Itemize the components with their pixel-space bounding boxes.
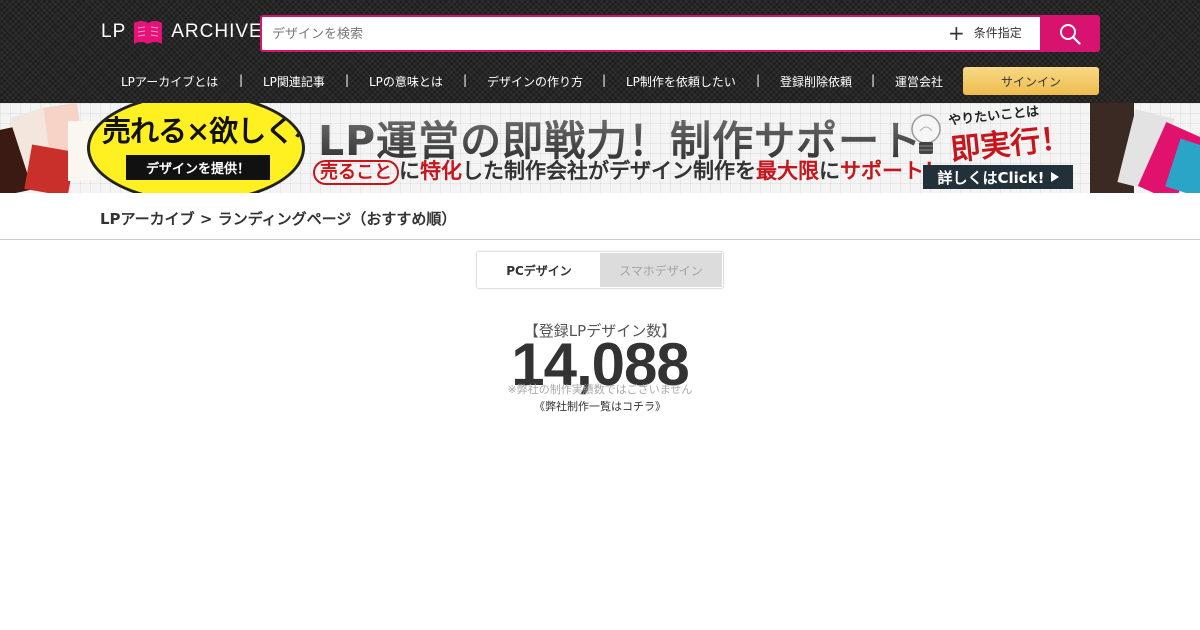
plus-icon: + bbox=[948, 20, 965, 45]
search-box: + 条件指定 bbox=[260, 15, 1040, 52]
nav-item-request-lp[interactable]: LP制作を依頼したい bbox=[626, 73, 736, 90]
breadcrumb-current: ランディングページ（おすすめ順） bbox=[217, 210, 457, 228]
nav-item-company[interactable]: 運営会社 bbox=[895, 73, 943, 90]
nav-item-meaning[interactable]: LPの意味とは bbox=[369, 73, 443, 90]
main-nav: LPアーカイブとは | LP関連記事 | LPの意味とは | デザインの作り方 … bbox=[0, 67, 1200, 95]
logo-text-archive: ARCHIVE bbox=[171, 21, 263, 42]
nav-separator: | bbox=[602, 73, 607, 87]
ad-cta-label: 詳しくはClick! bbox=[937, 168, 1045, 187]
ad-tagline-text: に bbox=[399, 159, 420, 183]
ad-badge-title: 売れる×欲しくなる bbox=[102, 114, 302, 148]
search-button[interactable] bbox=[1040, 15, 1100, 52]
ad-cta-button[interactable]: 詳しくはClick! bbox=[923, 165, 1073, 189]
tab-smartphone-design[interactable]: スマホデザイン bbox=[600, 253, 722, 287]
nav-separator: | bbox=[463, 73, 468, 87]
search-input[interactable] bbox=[270, 21, 874, 47]
ad-left-collage bbox=[0, 103, 96, 193]
breadcrumb-home-link[interactable]: LPアーカイブ bbox=[100, 210, 195, 228]
lightbulb-icon bbox=[911, 114, 941, 154]
breadcrumb: LPアーカイブ > ランディングページ（おすすめ順） bbox=[100, 208, 456, 229]
ad-badge-subtitle: デザインを提供！ bbox=[126, 155, 270, 180]
ad-tagline-text: 最大限 bbox=[756, 159, 819, 183]
own-works-link[interactable]: 《弊社制作一覧はコチラ》 bbox=[0, 398, 1200, 414]
ad-tagline-text: に bbox=[819, 159, 840, 183]
nav-separator: | bbox=[345, 73, 350, 87]
nav-item-how-to-design[interactable]: デザインの作り方 bbox=[487, 73, 583, 90]
ad-badge: 売れる×欲しくなる デザインを提供！ bbox=[87, 103, 305, 193]
signin-button[interactable]: サインイン bbox=[963, 67, 1099, 95]
device-toggle: PCデザイン スマホデザイン bbox=[476, 251, 724, 289]
design-count-note: ※弊社の制作実績数ではございません bbox=[507, 383, 693, 396]
search-bar: + 条件指定 bbox=[260, 15, 1100, 52]
nav-separator: | bbox=[239, 73, 244, 87]
nav-item-about[interactable]: LPアーカイブとは bbox=[121, 73, 218, 90]
nav-separator: | bbox=[871, 73, 876, 87]
breadcrumb-separator: > bbox=[199, 210, 213, 228]
site-header: LP ARCHIVE + 条件指定 LPアーカイブとは | LP関連記事 | L… bbox=[0, 0, 1200, 103]
logo-text-lp: LP bbox=[101, 21, 127, 42]
ad-tagline-text: した制作会社がデザイン制作を bbox=[462, 159, 756, 183]
breadcrumb-bar: LPアーカイブ > ランディングページ（おすすめ順） bbox=[0, 193, 1200, 240]
ad-tagline-text: 特化 bbox=[420, 159, 462, 183]
filter-label: 条件指定 bbox=[973, 26, 1022, 40]
nav-item-removal-request[interactable]: 登録削除依頼 bbox=[780, 73, 852, 90]
site-logo[interactable]: LP ARCHIVE bbox=[101, 18, 263, 46]
filter-button[interactable]: + 条件指定 bbox=[948, 20, 1022, 45]
ad-tagline-highlight: 売ること bbox=[313, 160, 399, 185]
nav-separator: | bbox=[756, 73, 761, 87]
ad-tagline: 売ること に特化した制作会社がデザイン制作を最大限にサポート！ bbox=[313, 155, 945, 185]
play-arrow-icon bbox=[1050, 172, 1059, 182]
book-icon bbox=[134, 21, 163, 44]
tab-pc-design[interactable]: PCデザイン bbox=[478, 253, 600, 287]
nav-item-articles[interactable]: LP関連記事 bbox=[263, 73, 325, 90]
search-icon bbox=[1060, 23, 1081, 45]
ad-right-collage bbox=[1090, 103, 1200, 193]
